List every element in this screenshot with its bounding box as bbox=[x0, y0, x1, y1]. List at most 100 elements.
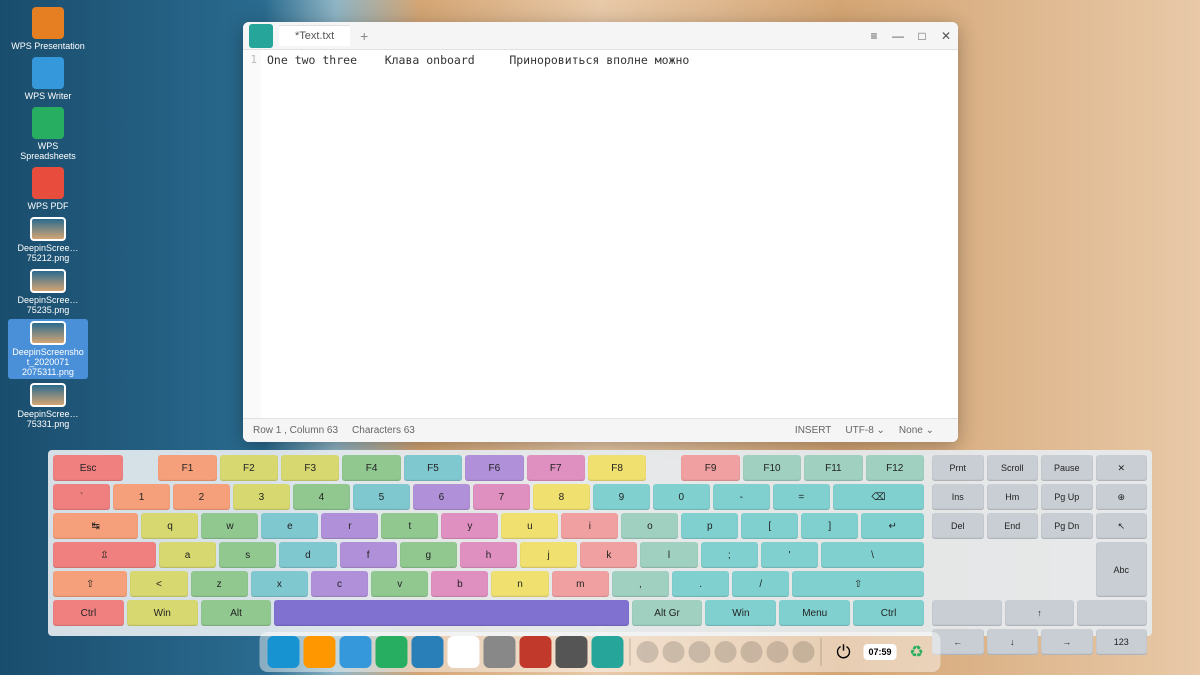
key-u[interactable]: u bbox=[501, 513, 558, 539]
key-Prnt[interactable]: Prnt bbox=[932, 455, 984, 481]
key-Abc[interactable]: Abc bbox=[1096, 542, 1148, 597]
key-space[interactable] bbox=[274, 600, 628, 626]
key-i[interactable]: i bbox=[561, 513, 618, 539]
key-p[interactable]: p bbox=[681, 513, 738, 539]
key-y[interactable]: y bbox=[441, 513, 498, 539]
key-k[interactable]: k bbox=[580, 542, 637, 568]
desktop-icon[interactable]: DeepinScree…75331.png bbox=[8, 381, 88, 431]
key-w[interactable]: w bbox=[201, 513, 258, 539]
tray-icon[interactable] bbox=[766, 641, 788, 663]
key-s[interactable]: s bbox=[219, 542, 276, 568]
key-↹[interactable]: ↹ bbox=[53, 513, 138, 539]
key-v[interactable]: v bbox=[371, 571, 428, 597]
key-4[interactable]: 4 bbox=[293, 484, 350, 510]
key-F11[interactable]: F11 bbox=[804, 455, 862, 481]
key-F3[interactable]: F3 bbox=[281, 455, 339, 481]
key-6[interactable]: 6 bbox=[413, 484, 470, 510]
tray-icon[interactable] bbox=[740, 641, 762, 663]
key-Ins[interactable]: Ins bbox=[932, 484, 984, 510]
key-Win[interactable]: Win bbox=[705, 600, 776, 626]
key-F12[interactable]: F12 bbox=[866, 455, 924, 481]
key-2[interactable]: 2 bbox=[173, 484, 230, 510]
power-icon[interactable]: ⏻ bbox=[827, 636, 859, 668]
key--[interactable]: - bbox=[713, 484, 770, 510]
trash-icon[interactable]: ♻ bbox=[901, 636, 933, 668]
tray-icon[interactable] bbox=[688, 641, 710, 663]
key-c[interactable]: c bbox=[311, 571, 368, 597]
key-`[interactable]: ` bbox=[53, 484, 110, 510]
key-a[interactable]: a bbox=[159, 542, 216, 568]
key-⇧[interactable]: ⇧ bbox=[53, 571, 127, 597]
desktop-icon[interactable]: WPS Presentation bbox=[8, 5, 88, 53]
key-Win[interactable]: Win bbox=[127, 600, 198, 626]
key-Ctrl[interactable]: Ctrl bbox=[53, 600, 124, 626]
taskbar-chrome-icon[interactable] bbox=[447, 636, 479, 668]
key-;[interactable]: ; bbox=[701, 542, 758, 568]
key-Alt Gr[interactable]: Alt Gr bbox=[632, 600, 703, 626]
key-F7[interactable]: F7 bbox=[527, 455, 585, 481]
editor-content[interactable]: 1 One two three Клава onboard Приноровит… bbox=[243, 50, 958, 418]
key-F8[interactable]: F8 bbox=[588, 455, 646, 481]
key-→[interactable]: → bbox=[1041, 629, 1093, 655]
desktop-icon[interactable]: DeepinScree…75212.png bbox=[8, 215, 88, 265]
close-button[interactable]: ✕ bbox=[934, 24, 958, 48]
key-d[interactable]: d bbox=[279, 542, 336, 568]
taskbar-terminal-icon[interactable] bbox=[519, 636, 551, 668]
key-F2[interactable]: F2 bbox=[220, 455, 278, 481]
key-8[interactable]: 8 bbox=[533, 484, 590, 510]
key-j[interactable]: j bbox=[520, 542, 577, 568]
key-Esc[interactable]: Esc bbox=[53, 455, 123, 481]
tray-icon[interactable] bbox=[636, 641, 658, 663]
key-Alt[interactable]: Alt bbox=[201, 600, 272, 626]
key-q[interactable]: q bbox=[141, 513, 198, 539]
key-m[interactable]: m bbox=[552, 571, 609, 597]
key-End[interactable]: End bbox=[987, 513, 1039, 539]
tray-icon[interactable] bbox=[792, 641, 814, 663]
key-F4[interactable]: F4 bbox=[342, 455, 400, 481]
key-3[interactable]: 3 bbox=[233, 484, 290, 510]
key-'[interactable]: ' bbox=[761, 542, 818, 568]
key-[[interactable]: [ bbox=[741, 513, 798, 539]
taskbar-music-icon[interactable] bbox=[375, 636, 407, 668]
taskbar-clock[interactable]: 07:59 bbox=[863, 644, 896, 660]
minimize-button[interactable]: — bbox=[886, 24, 910, 48]
key-b[interactable]: b bbox=[431, 571, 488, 597]
key-↵[interactable]: ↵ bbox=[861, 513, 924, 539]
desktop-icon[interactable]: WPS Writer bbox=[8, 55, 88, 103]
key-,[interactable]: , bbox=[612, 571, 669, 597]
key-0[interactable]: 0 bbox=[653, 484, 710, 510]
key-Pg Dn[interactable]: Pg Dn bbox=[1041, 513, 1093, 539]
key-n[interactable]: n bbox=[491, 571, 548, 597]
key-][interactable]: ] bbox=[801, 513, 858, 539]
key-1[interactable]: 1 bbox=[113, 484, 170, 510]
key-g[interactable]: g bbox=[400, 542, 457, 568]
key-z[interactable]: z bbox=[191, 571, 248, 597]
taskbar-video-icon[interactable] bbox=[411, 636, 443, 668]
desktop-icon[interactable]: WPS PDF bbox=[8, 165, 88, 213]
key-Del[interactable]: Del bbox=[932, 513, 984, 539]
tray-icon[interactable] bbox=[662, 641, 684, 663]
key-<[interactable]: < bbox=[130, 571, 187, 597]
key-e[interactable]: e bbox=[261, 513, 318, 539]
key-Ctrl[interactable]: Ctrl bbox=[853, 600, 924, 626]
key-⇫[interactable]: ⇫ bbox=[53, 542, 156, 568]
key-x[interactable]: x bbox=[251, 571, 308, 597]
key-Scroll[interactable]: Scroll bbox=[987, 455, 1039, 481]
key-7[interactable]: 7 bbox=[473, 484, 530, 510]
key-/[interactable]: / bbox=[732, 571, 789, 597]
key-123[interactable]: 123 bbox=[1096, 629, 1148, 655]
key-F10[interactable]: F10 bbox=[743, 455, 801, 481]
status-mode[interactable]: INSERT bbox=[795, 425, 832, 436]
taskbar-keyboard-icon[interactable] bbox=[555, 636, 587, 668]
key-.[interactable]: . bbox=[672, 571, 729, 597]
taskbar-launcher-icon[interactable] bbox=[267, 636, 299, 668]
desktop-icon[interactable]: WPS Spreadsheets bbox=[8, 105, 88, 163]
key-\[interactable]: \ bbox=[821, 542, 924, 568]
key-⌫[interactable]: ⌫ bbox=[833, 484, 924, 510]
key-F1[interactable]: F1 bbox=[158, 455, 216, 481]
status-encoding[interactable]: UTF-8 ⌄ bbox=[845, 425, 885, 436]
taskbar-editor-icon[interactable] bbox=[591, 636, 623, 668]
status-language[interactable]: None ⌄ bbox=[899, 425, 934, 436]
editor-text[interactable]: One two three Клава onboard Приноровитьс… bbox=[261, 50, 958, 418]
tray-icon[interactable] bbox=[714, 641, 736, 663]
